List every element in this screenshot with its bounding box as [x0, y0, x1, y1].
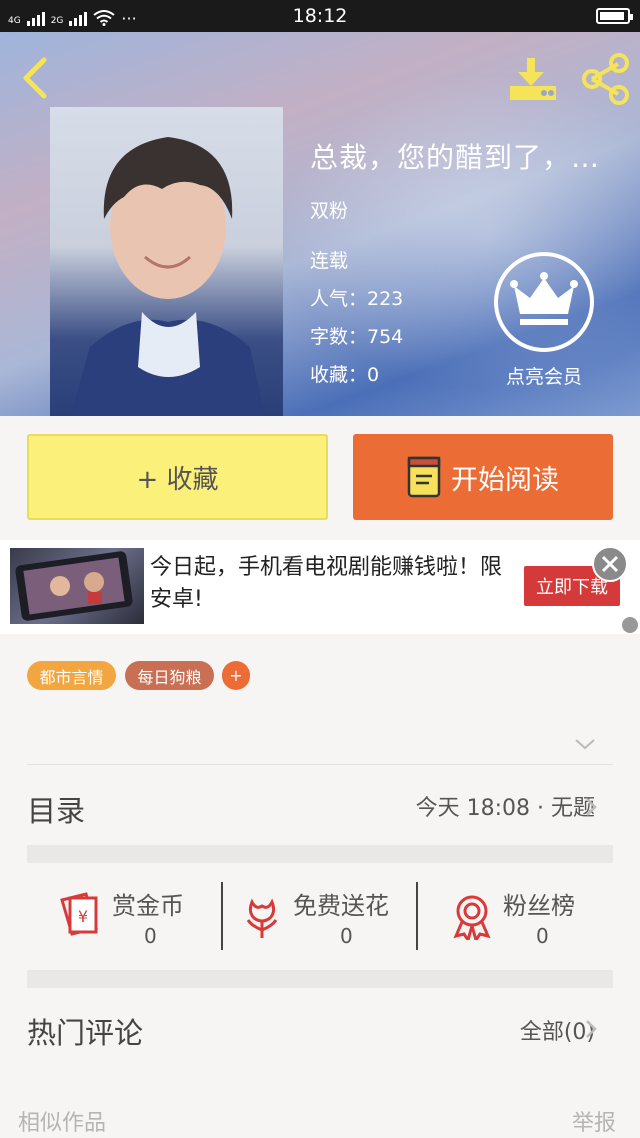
- red-envelope-icon[interactable]: ¥: [56, 890, 104, 938]
- book-status: 连载: [310, 250, 349, 272]
- add-tag-button[interactable]: +: [222, 661, 250, 690]
- book-cover-image[interactable]: [50, 107, 283, 416]
- svg-text:¥: ¥: [78, 907, 88, 926]
- status-time: 18:12: [292, 5, 348, 27]
- collect-label: + 收藏: [136, 464, 219, 495]
- book-title: 总裁，您的醋到了，…: [310, 141, 601, 174]
- download-icon[interactable]: [506, 54, 560, 104]
- ad-marker-icon: [622, 617, 638, 633]
- stat-separator: [221, 882, 223, 950]
- similar-works-label[interactable]: 相似作品: [18, 1105, 106, 1137]
- expand-chevron-icon[interactable]: [574, 736, 596, 752]
- book-header: 总裁，您的醋到了，… 双粉 连载 人气：223 字数：754 收藏：0 点亮会员: [0, 32, 640, 416]
- send-flower-count: 0: [340, 924, 353, 948]
- hot-comments-title: 热门评论: [27, 1016, 144, 1050]
- tag-urban-romance[interactable]: 都市言情: [27, 661, 116, 690]
- back-icon[interactable]: [16, 54, 56, 102]
- flower-icon[interactable]: [242, 896, 282, 940]
- catalog-title[interactable]: 目录: [27, 788, 85, 830]
- send-flower-label[interactable]: 免费送花: [293, 886, 389, 921]
- vip-label[interactable]: 点亮会员: [480, 362, 608, 389]
- section-separator: [27, 845, 613, 863]
- book-popularity: 人气：223: [310, 288, 404, 310]
- fan-ranking-count: 0: [536, 924, 549, 948]
- book-author[interactable]: 双粉: [310, 196, 348, 223]
- divider: [27, 764, 613, 765]
- battery-icon: [596, 8, 633, 24]
- coin-reward-label[interactable]: 赏金币: [112, 886, 184, 921]
- book-word-count: 字数：754: [310, 326, 404, 348]
- ad-banner[interactable]: 今日起，手机看电视剧能赚钱啦！限安卓! 立即下载: [0, 540, 640, 634]
- crown-icon: [510, 272, 578, 325]
- share-icon[interactable]: [578, 52, 632, 106]
- coin-reward-count: 0: [144, 924, 157, 948]
- ad-close-icon[interactable]: [592, 546, 628, 582]
- catalog-latest-chapter[interactable]: 今天 18:08 · 无题: [416, 790, 595, 822]
- book-icon: [407, 456, 441, 498]
- medal-icon[interactable]: [450, 894, 494, 940]
- start-reading-label: 开始阅读: [451, 464, 559, 496]
- start-reading-button[interactable]: 开始阅读: [353, 434, 613, 520]
- ad-text[interactable]: 今日起，手机看电视剧能赚钱啦！限安卓!: [150, 552, 510, 616]
- ad-image[interactable]: [10, 548, 144, 624]
- section-separator: [27, 970, 613, 988]
- status-bar: 4G 2G ··· 18:12: [0, 0, 640, 32]
- collect-button[interactable]: + 收藏: [27, 434, 328, 520]
- book-favorites: 收藏：0: [310, 364, 380, 386]
- fan-ranking-label[interactable]: 粉丝榜: [503, 886, 575, 921]
- report-link[interactable]: 举报: [572, 1105, 616, 1137]
- comments-chevron-icon[interactable]: [584, 1018, 598, 1040]
- catalog-chevron-icon[interactable]: [584, 796, 598, 818]
- stat-separator: [416, 882, 418, 950]
- tag-daily[interactable]: 每日狗粮: [125, 661, 214, 690]
- vip-button[interactable]: [494, 252, 594, 352]
